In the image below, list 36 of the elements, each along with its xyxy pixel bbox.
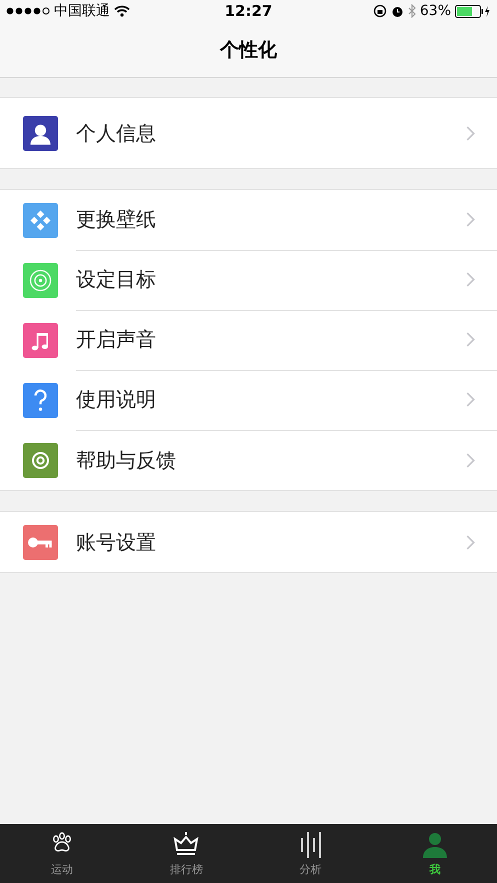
settings-item[interactable]: 账号设置 (0, 512, 497, 572)
chevron-icon (466, 126, 475, 140)
page-title: 个性化 (220, 38, 277, 62)
alarm-icon (390, 4, 404, 18)
tab-item[interactable]: 排行榜 (124, 824, 248, 883)
settings-item[interactable]: 设定目标 (0, 250, 497, 310)
carrier-name: 中国联通 (54, 2, 110, 20)
bluetooth-icon (408, 4, 416, 18)
tab-item[interactable]: 分析 (248, 824, 373, 883)
chevron-icon (466, 272, 475, 287)
settings-item[interactable]: 使用说明 (0, 370, 497, 430)
chevron-icon (466, 212, 475, 227)
chevron-icon (466, 452, 475, 468)
chevron-icon (466, 534, 475, 550)
settings-item[interactable]: 开启声音 (0, 310, 497, 370)
status-time: 12:27 (224, 2, 272, 20)
chevron-icon (466, 332, 475, 347)
chevron-icon (466, 392, 475, 407)
signal-icon (6, 7, 50, 15)
battery-icon (455, 4, 491, 18)
tab-item[interactable]: 运动 (0, 824, 124, 883)
item-label: 更换壁纸 (76, 206, 157, 233)
item-label: 设定目标 (76, 266, 157, 293)
tab-icon (420, 830, 449, 860)
battery-percent: 63% (420, 3, 451, 19)
wifi-icon (114, 5, 130, 17)
tab-item[interactable]: 我 (372, 824, 497, 883)
settings-item[interactable]: 更换壁纸 (0, 190, 497, 250)
item-label: 帮助与反馈 (76, 446, 177, 474)
item-label: 使用说明 (76, 386, 157, 413)
rotation-lock-icon (372, 4, 387, 18)
settings-item[interactable]: 帮助与反馈 (0, 430, 497, 490)
item-label: 开启声音 (76, 326, 157, 353)
settings-item[interactable]: 个人信息 (0, 98, 497, 168)
item-label: 账号设置 (76, 528, 157, 556)
item-label: 个人信息 (76, 120, 157, 146)
